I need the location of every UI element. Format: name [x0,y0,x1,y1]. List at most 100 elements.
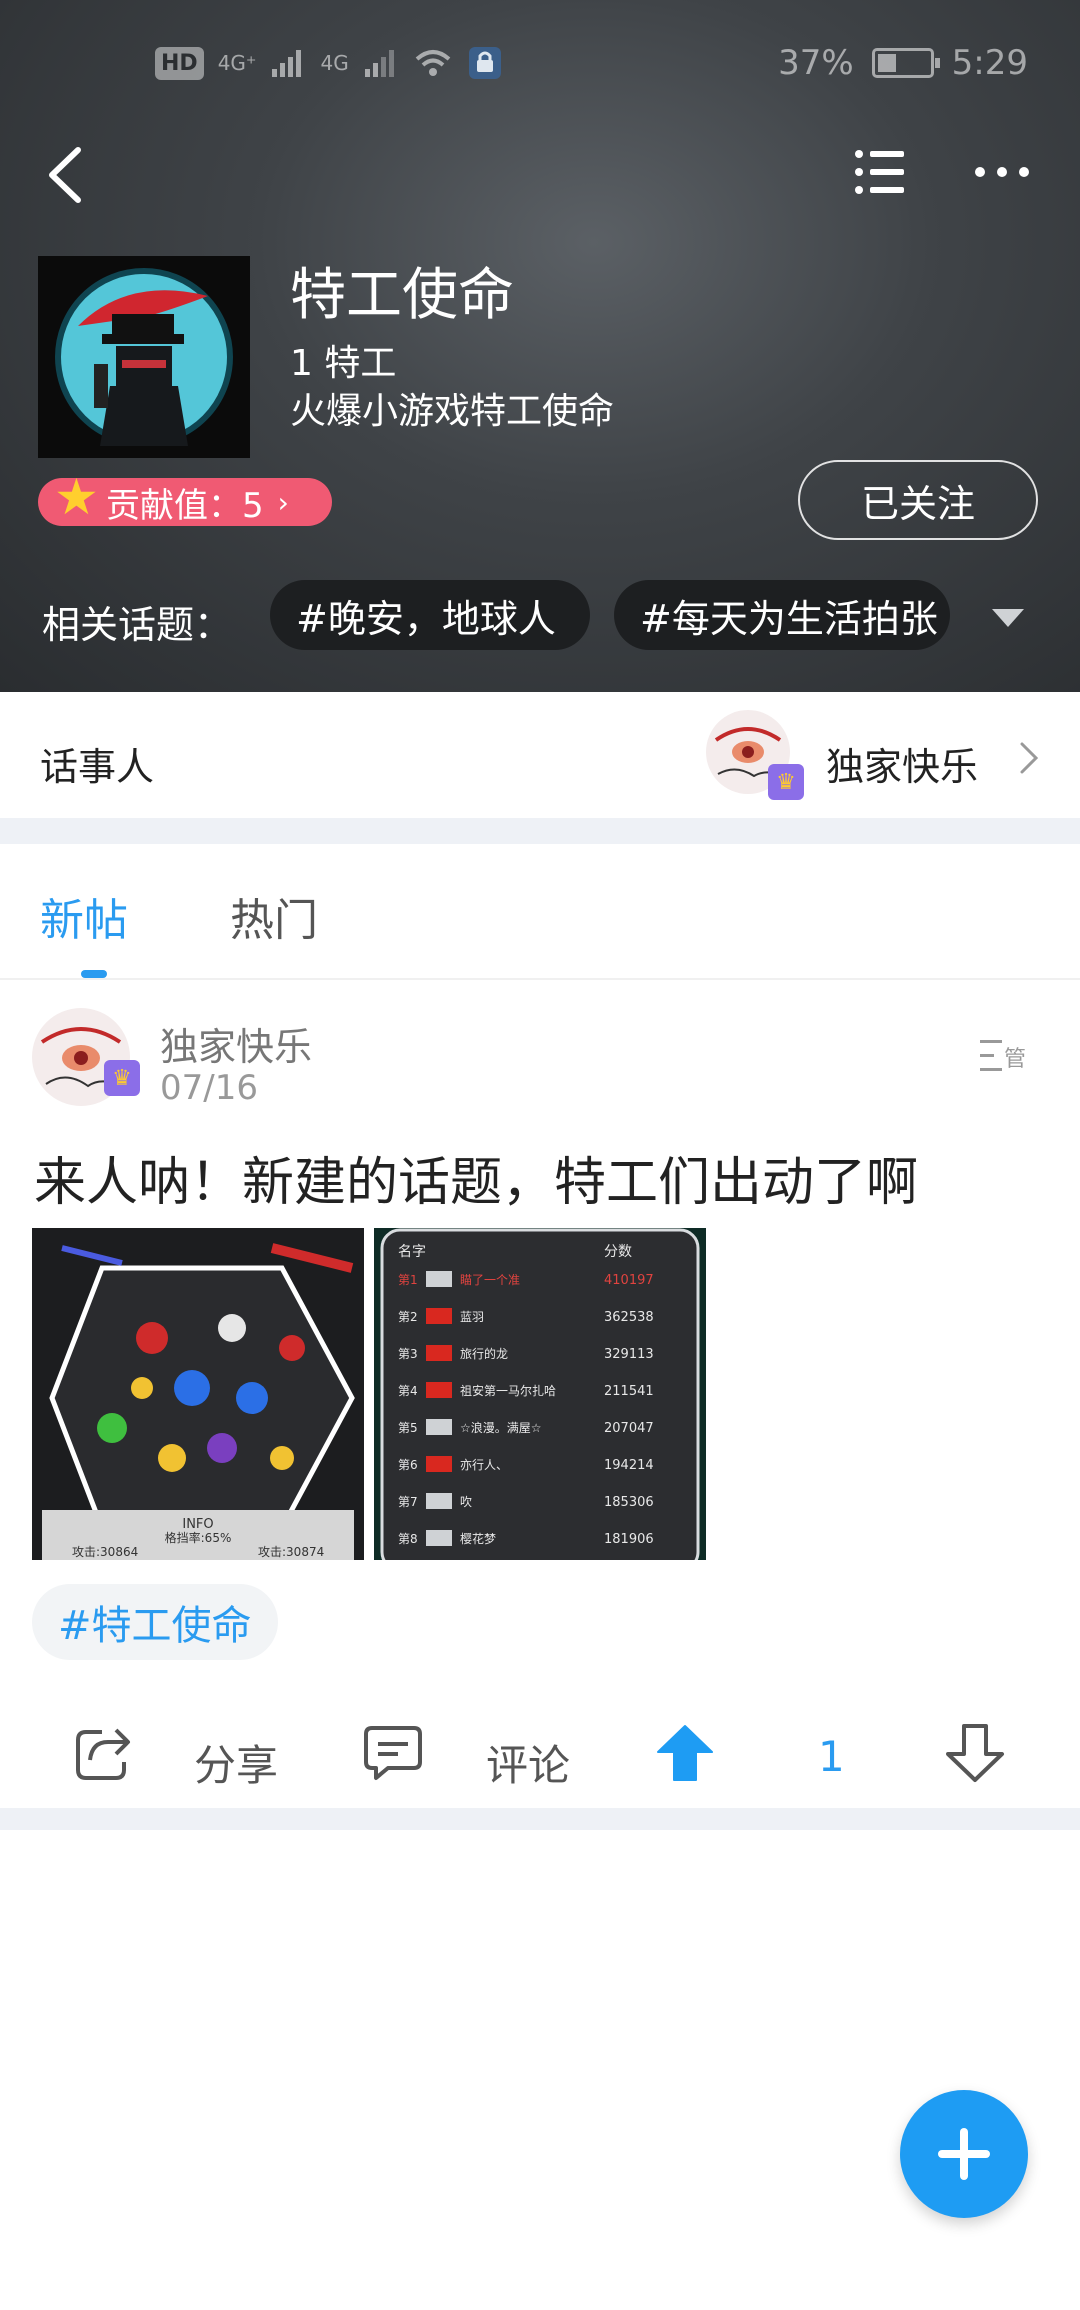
game-attack-right: 攻击:30874 [258,1545,324,1559]
related-topic-chip[interactable]: #晚安，地球人 [270,580,590,650]
post-actions: 分享 评论 1 [0,1696,1080,1796]
player-flag-icon [426,1382,452,1398]
player-flag-icon [426,1419,452,1435]
topic-member-count: 1 特工 [290,343,397,384]
topic-header: HD 4G⁺ 4G 37% 5:29 特工使命 1 特工 火爆小游戏特工使命 ★… [0,0,1080,692]
player-flag-icon [426,1345,452,1361]
host-label: 话事人 [40,745,155,789]
comment-button[interactable]: 评论 [486,1732,570,1793]
leaderboard-player-name: 吹 [460,1495,472,1509]
status-bar-left: HD 4G⁺ 4G [155,38,503,88]
crown-badge-icon: ♛ [768,764,804,800]
clock: 5:29 [951,43,1028,83]
tab-new-posts[interactable]: 新帖 [40,884,128,948]
player-flag-icon [426,1308,452,1324]
topic-host-row[interactable]: 话事人 ♛ 独家快乐 [0,692,1080,818]
active-tab-indicator [81,970,107,978]
upvote-icon[interactable] [654,1722,716,1784]
author-name[interactable]: 独家快乐 [160,1016,312,1071]
leaderboard-player-name: 瞄了一个准 [460,1273,520,1287]
game-attack-left: 攻击:30864 [72,1545,138,1559]
leaderboard-rank: 第2 [398,1310,418,1324]
game-info-title: INFO [182,1517,213,1532]
comment-icon[interactable] [362,1722,424,1784]
leaderboard-rank: 第5 [398,1421,418,1435]
leaderboard-score: 194214 [604,1458,654,1473]
follow-button[interactable]: 已关注 [798,460,1038,540]
leaderboard-player-name: ☆浪漫。满屋☆ [460,1420,542,1435]
svg-text:管: 管 [1004,1047,1026,1072]
leaderboard-player-name: 亦行人、 [460,1457,508,1472]
leaderboard-score: 181906 [604,1532,654,1547]
signal-4g-plus: 4G⁺ [217,51,257,75]
leaderboard-score: 329113 [604,1347,654,1362]
section-divider [0,1808,1080,1830]
leaderboard-rank: 第8 [398,1532,418,1546]
expand-topics-icon[interactable] [990,606,1026,630]
list-icon[interactable] [854,148,906,196]
hd-badge: HD [155,46,204,80]
leaderboard-row: 第4 祖安第一马尔扎哈 211541 [398,1382,654,1399]
leaderboard-rank: 第3 [398,1347,418,1361]
chevron-right-icon [1020,742,1039,774]
signal-bars-icon [272,50,302,77]
related-topic-chip[interactable]: #每天为生活拍张 [614,580,950,650]
tab-hot[interactable]: 热门 [230,884,318,948]
leaderboard-score: 211541 [604,1384,654,1399]
leaderboard-score: 410197 [604,1273,654,1288]
topic-avatar [38,256,250,458]
leaderboard-player-name: 旅行的龙 [460,1346,508,1361]
leaderboard-header-score: 分数 [604,1244,632,1260]
upvote-count: 1 [818,1732,845,1781]
host-name: 独家快乐 [826,745,979,789]
chevron-right-icon: › [277,485,289,519]
signal-4g: 4G [320,51,349,75]
contribution-badge[interactable]: ★ 贡献值：5 › [38,468,332,526]
leaderboard-rank: 第7 [398,1495,418,1509]
status-bar-right: 37% 5:29 [778,38,1028,88]
share-icon[interactable] [72,1722,134,1784]
section-divider [0,818,1080,844]
post-tabs: 新帖 热门 [0,844,1080,980]
back-arrow-icon[interactable] [40,140,90,210]
leaderboard-score: 207047 [604,1421,654,1436]
leaderboard-score: 362538 [604,1310,654,1325]
leaderboard-player-name: 祖安第一马尔扎哈 [460,1383,556,1398]
battery-icon [871,48,940,78]
post-text: 来人呐！新建的话题，特工们出动了啊 [34,1153,919,1213]
post-image-leaderboard[interactable]: 名字 分数 第1 瞄了一个准 410197 第2 蓝羽 362538 第3 旅行的龙 32911… [374,1228,706,1560]
share-button[interactable]: 分享 [194,1732,278,1793]
leaderboard-rank: 第1 [398,1273,418,1287]
player-flag-icon [426,1271,452,1287]
leaderboard-rank: 第4 [398,1384,418,1398]
leaderboard-score: 185306 [604,1495,654,1510]
leaderboard-rank: 第6 [398,1458,418,1472]
star-icon: ★ [54,468,99,526]
manage-icon[interactable]: 管 [978,1036,1030,1076]
related-topics-label: 相关话题： [42,603,233,647]
post-topic-tag[interactable]: #特工使命 [32,1584,278,1660]
contribution-value: 贡献值：5 [106,485,264,526]
topic-description: 火爆小游戏特工使命 [290,391,615,432]
leaderboard-player-name: 樱花梦 [460,1531,496,1546]
topic-title: 特工使命 [290,263,514,328]
downvote-icon[interactable] [944,1722,1006,1784]
leaderboard-row: 第5 ☆浪漫。满屋☆ 207047 [398,1419,654,1436]
more-options-icon[interactable] [972,160,1032,184]
player-flag-icon [426,1456,452,1472]
crown-badge-icon: ♛ [104,1060,140,1096]
post-date: 07/16 [160,1068,258,1108]
player-flag-icon [426,1530,452,1546]
player-flag-icon [426,1493,452,1509]
game-block-rate: 格挡率:65% [165,1530,232,1545]
leaderboard-player-name: 蓝羽 [460,1310,484,1324]
new-post-button[interactable] [900,2090,1028,2218]
vpn-lock-icon [468,47,501,79]
wifi-icon [415,50,451,76]
post-image-game[interactable]: INFO 格挡率:65% 攻击:30864 攻击:30874 [32,1228,364,1560]
post-card[interactable]: ♛ 独家快乐 07/16 管 来人呐！新建的话题，特工们出动了啊 INFO 格挡… [0,980,1080,1810]
plus-icon [938,2128,990,2180]
leaderboard-header-name: 名字 [398,1244,426,1260]
battery-percent: 37% [778,43,854,83]
signal-bars-weak-icon [364,50,394,77]
